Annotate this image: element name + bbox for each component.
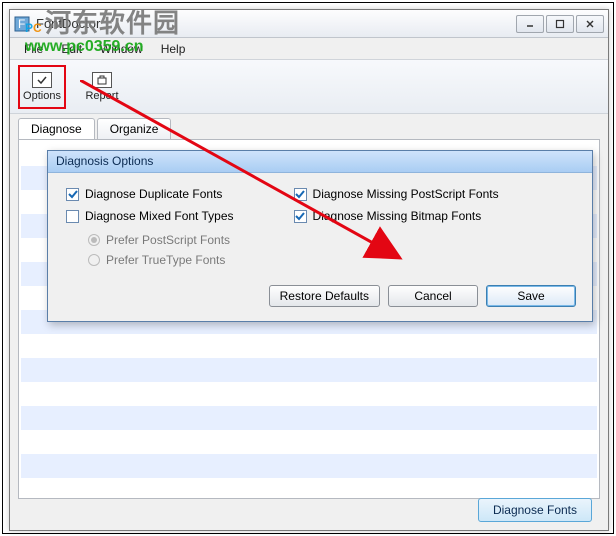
dialog-body: Diagnose Duplicate Fonts Diagnose Mixed … [48, 173, 592, 277]
label-mixed-font-types: Diagnose Mixed Font Types [85, 209, 234, 223]
window-controls [516, 15, 604, 33]
restore-defaults-button[interactable]: Restore Defaults [269, 285, 380, 307]
tab-diagnose[interactable]: Diagnose [18, 118, 95, 139]
checkbox-duplicate-fonts[interactable] [66, 188, 79, 201]
options-button[interactable]: Options [18, 65, 66, 109]
window-title: FontDoctor [36, 16, 516, 31]
app-icon: F [14, 16, 30, 32]
radio-prefer-truetype[interactable] [88, 254, 100, 266]
diagnosis-options-dialog: Diagnosis Options Diagnose Duplicate Fon… [47, 150, 593, 322]
label-prefer-postscript: Prefer PostScript Fonts [106, 233, 230, 247]
app-window: F FontDoctor File Edit Window Help Optio… [9, 9, 609, 531]
options-icon [32, 72, 52, 88]
label-prefer-truetype: Prefer TrueType Fonts [106, 253, 225, 267]
save-button[interactable]: Save [486, 285, 576, 307]
maximize-button[interactable] [546, 15, 574, 33]
checkbox-mixed-font-types[interactable] [66, 210, 79, 223]
radio-prefer-postscript[interactable] [88, 234, 100, 246]
mixed-font-radio-group: Prefer PostScript Fonts Prefer TrueType … [66, 233, 234, 267]
dialog-title: Diagnosis Options [48, 151, 592, 173]
main-panel: Diagnosis Options Diagnose Duplicate Fon… [18, 139, 600, 499]
screenshot-frame: F FontDoctor File Edit Window Help Optio… [2, 2, 614, 534]
menu-edit[interactable]: Edit [53, 40, 90, 58]
report-button[interactable]: Report [78, 65, 126, 109]
cancel-button[interactable]: Cancel [388, 285, 478, 307]
checkbox-missing-bitmap[interactable] [294, 210, 307, 223]
menu-file[interactable]: File [16, 40, 51, 58]
label-duplicate-fonts: Diagnose Duplicate Fonts [85, 187, 222, 201]
minimize-button[interactable] [516, 15, 544, 33]
label-missing-postscript: Diagnose Missing PostScript Fonts [313, 187, 499, 201]
diagnose-fonts-button[interactable]: Diagnose Fonts [478, 498, 592, 522]
menubar: File Edit Window Help [10, 38, 608, 60]
menu-help[interactable]: Help [153, 40, 194, 58]
menu-window[interactable]: Window [92, 40, 151, 58]
options-label: Options [23, 90, 61, 102]
label-missing-bitmap: Diagnose Missing Bitmap Fonts [313, 209, 482, 223]
report-label: Report [85, 90, 118, 102]
report-icon [92, 72, 112, 88]
toolbar: Options Report [10, 60, 608, 114]
svg-text:F: F [18, 17, 25, 31]
checkbox-missing-postscript[interactable] [294, 188, 307, 201]
dialog-button-row: Restore Defaults Cancel Save [48, 277, 592, 321]
tab-organize[interactable]: Organize [97, 118, 172, 139]
titlebar: F FontDoctor [10, 10, 608, 38]
close-button[interactable] [576, 15, 604, 33]
footer-bar: Diagnose Fonts [478, 498, 592, 522]
tabs: Diagnose Organize [10, 114, 608, 139]
